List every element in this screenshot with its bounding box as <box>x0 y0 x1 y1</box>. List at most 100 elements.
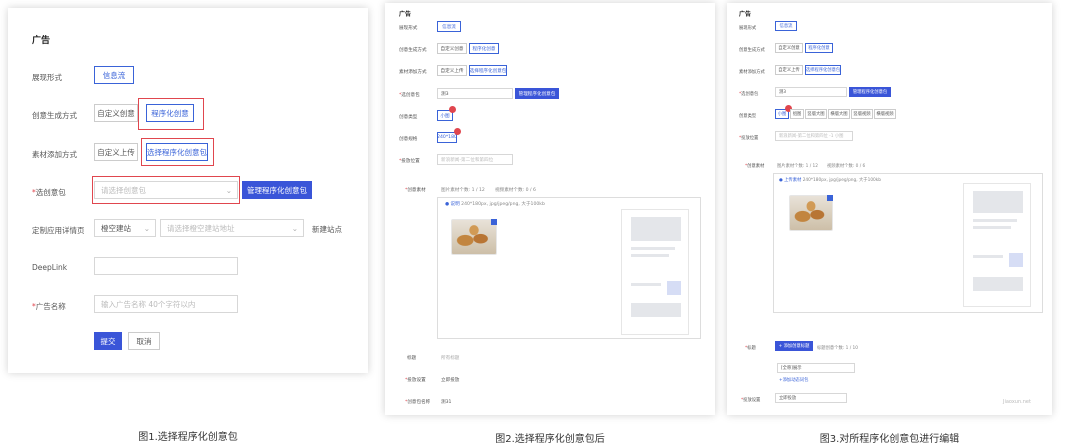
add-word-link[interactable]: +添加动态词包 <box>779 377 808 383</box>
figure-2-panel: 广告 展现形式 信息流 创意生成方式 自定义创意 程序化创意 素材添加方式 自定… <box>385 3 715 415</box>
landing-type-select[interactable]: 橙空建站 ⌄ <box>94 219 156 237</box>
package-name-label: *创意包名称 <box>405 400 431 405</box>
material-option-package[interactable]: 选择程序化创意包 <box>469 65 507 76</box>
schedule-label: *投放设置 <box>405 378 426 383</box>
type-tab-vertical-large[interactable]: 竖版大图 <box>805 109 827 119</box>
preview-placeholder <box>631 283 661 286</box>
creative-option-custom[interactable]: 自定义创意 <box>94 104 138 122</box>
schedule-value: 立即投放 <box>441 378 460 383</box>
manage-package-button[interactable]: 管理程序化创意包 <box>242 181 312 199</box>
title-placeholder: 所有标题 <box>441 356 460 361</box>
creative-option-custom[interactable]: 自定义创意 <box>775 43 803 53</box>
figure-1-caption: 图1.选择程序化创意包 <box>138 432 238 443</box>
creative-option-programmatic[interactable]: 程序化创意 <box>805 43 833 53</box>
package-label: *选创意包 <box>32 188 66 197</box>
ad-name-input[interactable]: 输入广告名称 40个字符以内 <box>94 295 238 313</box>
check-icon <box>827 195 833 201</box>
preview-placeholder <box>973 219 1017 222</box>
figure-2-caption: 图2.选择程序化创意包后 <box>495 434 605 445</box>
creative-mode-label: 创意生成方式 <box>739 48 765 53</box>
creative-spec-label: 创意规格 <box>399 137 418 142</box>
material-section-label: *创意素材 <box>405 188 426 193</box>
display-option-feed[interactable]: 信息流 <box>437 21 461 32</box>
title-input[interactable]: [全称]展示 <box>777 363 855 373</box>
placement-label: *投放位置 <box>739 136 759 141</box>
info-icon: ● <box>779 178 783 183</box>
form-title: 广告 <box>32 36 51 46</box>
type-tab-horizontal-video[interactable]: 横版视频 <box>874 109 896 119</box>
preview-placeholder <box>973 255 1003 258</box>
preview-ad-slot <box>1009 253 1023 267</box>
video-count: 视频素材个数: 0 / 6 <box>495 188 536 193</box>
ad-name-label: *广告名称 <box>32 302 66 311</box>
preview-placeholder <box>631 303 681 317</box>
watermark: Jiaoxun.net <box>1003 399 1031 405</box>
image-count: 图片素材个数: 1 / 12 <box>777 164 818 169</box>
type-tab-horizontal-large[interactable]: 横版大图 <box>828 109 850 119</box>
material-option-upload[interactable]: 自定义上传 <box>437 65 467 76</box>
schedule-select[interactable]: 立即投放 <box>775 393 847 403</box>
notification-badge <box>449 106 456 113</box>
figure-1-panel: 广告 展现形式 信息流 创意生成方式 自定义创意 程序化创意 素材添加方式 自定… <box>8 8 368 373</box>
creative-type-label: 创意类型 <box>739 114 757 119</box>
check-icon <box>491 219 497 225</box>
placement-label: *投放位置 <box>399 159 420 164</box>
display-option-feed[interactable]: 信息流 <box>775 21 797 31</box>
preview-placeholder <box>973 277 1023 291</box>
material-option-upload[interactable]: 自定义上传 <box>94 143 138 161</box>
title-label: 标题 <box>407 356 417 361</box>
package-select[interactable]: 测3 <box>437 88 513 99</box>
type-tab-group-image[interactable]: 组图 <box>790 109 804 119</box>
material-option-upload[interactable]: 自定义上传 <box>775 65 803 75</box>
landing-url-select[interactable]: 请选择橙空建站地址 ⌄ <box>160 219 304 237</box>
creative-type-label: 创意类型 <box>399 115 418 120</box>
manage-package-button[interactable]: 管理程序化创意包 <box>515 88 559 99</box>
highlight-box <box>138 98 204 130</box>
package-name-value: 测31 <box>441 400 452 405</box>
notification-badge <box>454 128 461 135</box>
highlight-box <box>141 138 214 166</box>
material-section-label: *创意素材 <box>745 164 765 169</box>
landing-label: 定制应用详情页 <box>32 226 85 235</box>
creative-option-programmatic[interactable]: 程序化创意 <box>469 43 499 54</box>
preview-placeholder <box>631 217 681 241</box>
new-site-link[interactable]: 新建站点 <box>312 224 342 235</box>
deeplink-label: DeepLink <box>32 263 68 272</box>
material-option-package[interactable]: 选择程序化创意包 <box>805 65 841 75</box>
creative-mode-label: 创意生成方式 <box>32 111 77 120</box>
manage-package-button[interactable]: 管理程序化创意包 <box>849 87 891 97</box>
highlight-box <box>92 176 240 204</box>
preview-placeholder <box>631 247 675 250</box>
display-label: 展现形式 <box>739 26 757 31</box>
title-count: 标题创意个数: 1 / 10 <box>817 346 858 351</box>
placement-select[interactable]: 新浪新闻-第二位和第四位 -1 小图 <box>775 131 853 141</box>
figure-3-caption: 图3.对所程序化创意包进行编辑 <box>819 434 960 445</box>
type-tab-vertical-video[interactable]: 竖版视频 <box>851 109 873 119</box>
form-title: 广告 <box>399 11 412 18</box>
display-option-feed[interactable]: 信息流 <box>94 66 134 84</box>
preview-placeholder <box>973 226 1011 229</box>
submit-button[interactable]: 提交 <box>94 332 122 350</box>
deeplink-input[interactable] <box>94 257 238 275</box>
preview-ad-slot <box>667 281 681 295</box>
info-icon: ● <box>445 202 450 207</box>
material-mode-label: 素材添加方式 <box>32 150 77 159</box>
display-label: 展现形式 <box>32 73 62 82</box>
video-count: 视频素材个数: 0 / 6 <box>827 164 866 169</box>
creative-mode-label: 创意生成方式 <box>399 48 427 53</box>
schedule-label: *投放设置 <box>741 398 761 403</box>
preview-placeholder <box>973 191 1023 213</box>
package-label: *选创意包 <box>739 92 759 97</box>
creative-option-custom[interactable]: 自定义创意 <box>437 43 467 54</box>
preview-placeholder <box>631 254 669 257</box>
title-label: *标题 <box>745 346 756 351</box>
form-title: 广告 <box>739 11 752 18</box>
figure-3-panel: 广告 展现形式 信息流 创意生成方式 自定义创意 程序化创意 素材添加方式 自定… <box>727 3 1052 415</box>
chevron-down-icon: ⌄ <box>143 223 150 233</box>
add-title-button[interactable]: + 添加创意标题 <box>775 341 813 351</box>
placement-select[interactable]: 新浪新闻-第二位和第四位 <box>437 154 513 165</box>
chevron-down-icon: ⌄ <box>291 223 298 233</box>
package-select[interactable]: 测3 <box>775 87 847 97</box>
material-mode-label: 素材添加方式 <box>739 70 765 75</box>
cancel-button[interactable]: 取消 <box>128 332 160 350</box>
